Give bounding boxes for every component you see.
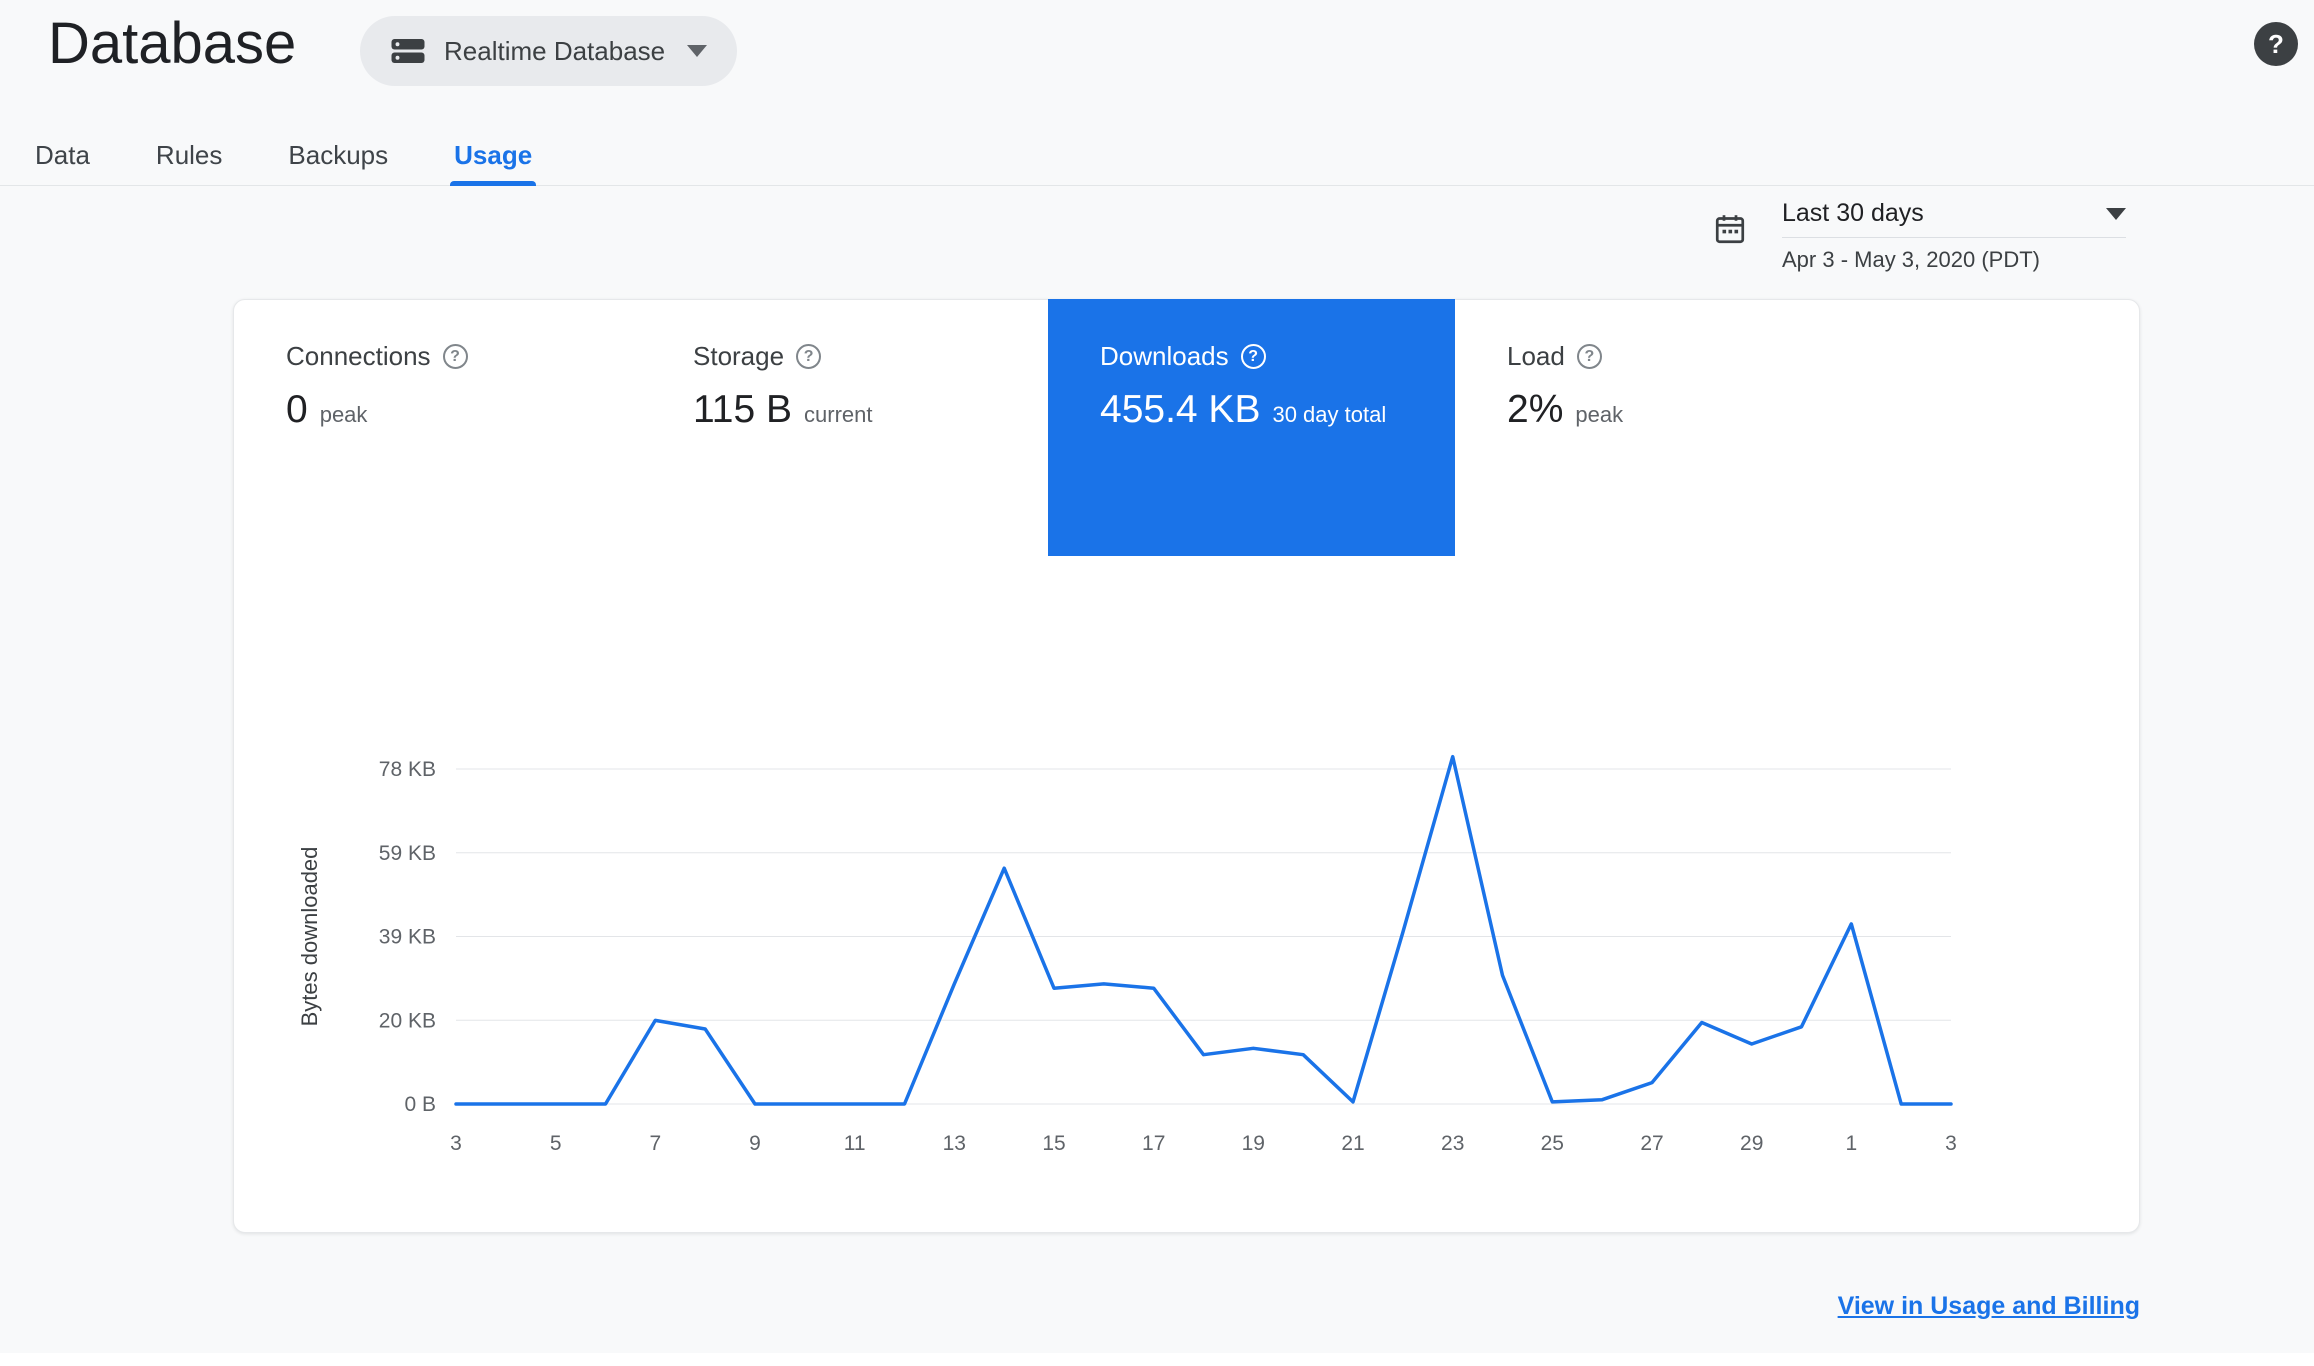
database-icon bbox=[391, 39, 425, 63]
active-tab-indicator bbox=[450, 181, 537, 186]
x-tick-label: 13 bbox=[943, 1132, 966, 1155]
database-selector-dropdown[interactable]: Realtime Database bbox=[360, 16, 738, 86]
x-tick-label: 21 bbox=[1341, 1132, 1364, 1155]
storage-label: Storage bbox=[693, 341, 785, 371]
page-title: Database bbox=[48, 11, 297, 76]
y-tick-label: 78 KB bbox=[379, 758, 436, 781]
date-range-selected: Last 30 days bbox=[1782, 199, 1924, 227]
bottom-strip bbox=[0, 1353, 2314, 1366]
help-icon[interactable]: ? bbox=[796, 344, 822, 369]
help-icon[interactable]: ? bbox=[2254, 22, 2298, 66]
calendar-icon bbox=[1715, 215, 1745, 244]
connections-unit: peak bbox=[319, 402, 368, 427]
date-range-selector: Last 30 days Apr 3 - May 3, 2020 (PDT) bbox=[1712, 199, 2126, 273]
downloads-label: Downloads bbox=[1100, 341, 1229, 371]
y-tick-label: 20 KB bbox=[379, 1009, 436, 1032]
connections-value: 0 bbox=[286, 388, 308, 431]
help-icon[interactable]: ? bbox=[442, 344, 468, 369]
tab-data-label: Data bbox=[35, 140, 90, 170]
tab-bar: Data Rules Backups Usage bbox=[0, 126, 2314, 186]
realtime-database-usage-page: Database Realtime Database ? Data Rules … bbox=[0, 0, 2314, 1366]
x-tick-label: 15 bbox=[1042, 1132, 1065, 1155]
tab-data[interactable]: Data bbox=[35, 126, 90, 185]
y-axis-title: Bytes downloaded bbox=[297, 847, 322, 1027]
x-tick-label: 1 bbox=[1845, 1132, 1857, 1155]
footer: View in Usage and Billing bbox=[233, 1292, 2140, 1321]
date-range-dropdown[interactable]: Last 30 days bbox=[1782, 199, 2126, 238]
x-tick-label: 5 bbox=[550, 1132, 562, 1155]
x-tick-label: 9 bbox=[749, 1132, 761, 1155]
usage-card: 0 B 20 KB 39 KB 59 KB 78 KB 3 5 7 9 11 13 15 17 19 21 2… bbox=[233, 299, 2140, 1233]
database-selector-label: Realtime Database bbox=[444, 35, 666, 66]
downloads-value: 455.4 KB bbox=[1100, 388, 1261, 431]
x-tick-label: 23 bbox=[1441, 1132, 1464, 1155]
downloads-series-line bbox=[454, 754, 1953, 1106]
storage-value: 115 B bbox=[693, 388, 793, 431]
tab-backups-label: Backups bbox=[288, 140, 389, 170]
storage-unit: current bbox=[804, 402, 873, 427]
metric-tile-storage[interactable]: Storage ? 115 B current bbox=[641, 299, 1048, 556]
connections-label: Connections bbox=[286, 341, 431, 371]
tab-usage-label: Usage bbox=[454, 140, 533, 170]
metric-tile-load[interactable]: Load ? 2% peak bbox=[1455, 299, 1862, 556]
y-tick-label: 0 B bbox=[404, 1093, 436, 1116]
downloads-unit: 30 day total bbox=[1272, 402, 1387, 427]
x-tick-label: 7 bbox=[649, 1132, 661, 1155]
tab-usage[interactable]: Usage bbox=[450, 126, 537, 186]
y-tick-label: 59 KB bbox=[379, 842, 436, 865]
x-tick-label: 29 bbox=[1740, 1132, 1763, 1155]
metric-tile-connections[interactable]: Connections ? 0 peak bbox=[234, 299, 641, 556]
x-tick-label: 19 bbox=[1242, 1132, 1265, 1155]
x-tick-label: 3 bbox=[450, 1132, 462, 1155]
help-icon[interactable]: ? bbox=[1576, 344, 1602, 369]
load-label: Load bbox=[1507, 341, 1565, 371]
tab-rules-label: Rules bbox=[155, 140, 223, 170]
load-unit: peak bbox=[1575, 402, 1624, 427]
metric-tile-downloads[interactable]: Downloads ? 455.4 KB 30 day total bbox=[1048, 299, 1455, 556]
metric-tiles: Connections ? 0 peak Storage ? 115 B cur… bbox=[234, 299, 1862, 556]
x-tick-label: 3 bbox=[1945, 1132, 1957, 1155]
chevron-down-icon bbox=[2106, 207, 2126, 220]
y-tick-label: 39 KB bbox=[379, 926, 436, 949]
x-tick-label: 25 bbox=[1541, 1132, 1564, 1155]
load-value: 2% bbox=[1507, 388, 1564, 431]
tab-backups[interactable]: Backups bbox=[288, 126, 388, 185]
view-usage-billing-link[interactable]: View in Usage and Billing bbox=[1838, 1292, 2140, 1320]
tab-rules[interactable]: Rules bbox=[156, 126, 222, 185]
help-icon[interactable]: ? bbox=[1240, 344, 1266, 369]
x-tick-label: 17 bbox=[1142, 1132, 1165, 1155]
date-range-detail: Apr 3 - May 3, 2020 (PDT) bbox=[1782, 247, 2040, 272]
x-tick-label: 11 bbox=[844, 1132, 866, 1155]
chevron-down-icon bbox=[687, 45, 708, 57]
x-tick-label: 27 bbox=[1640, 1132, 1663, 1155]
